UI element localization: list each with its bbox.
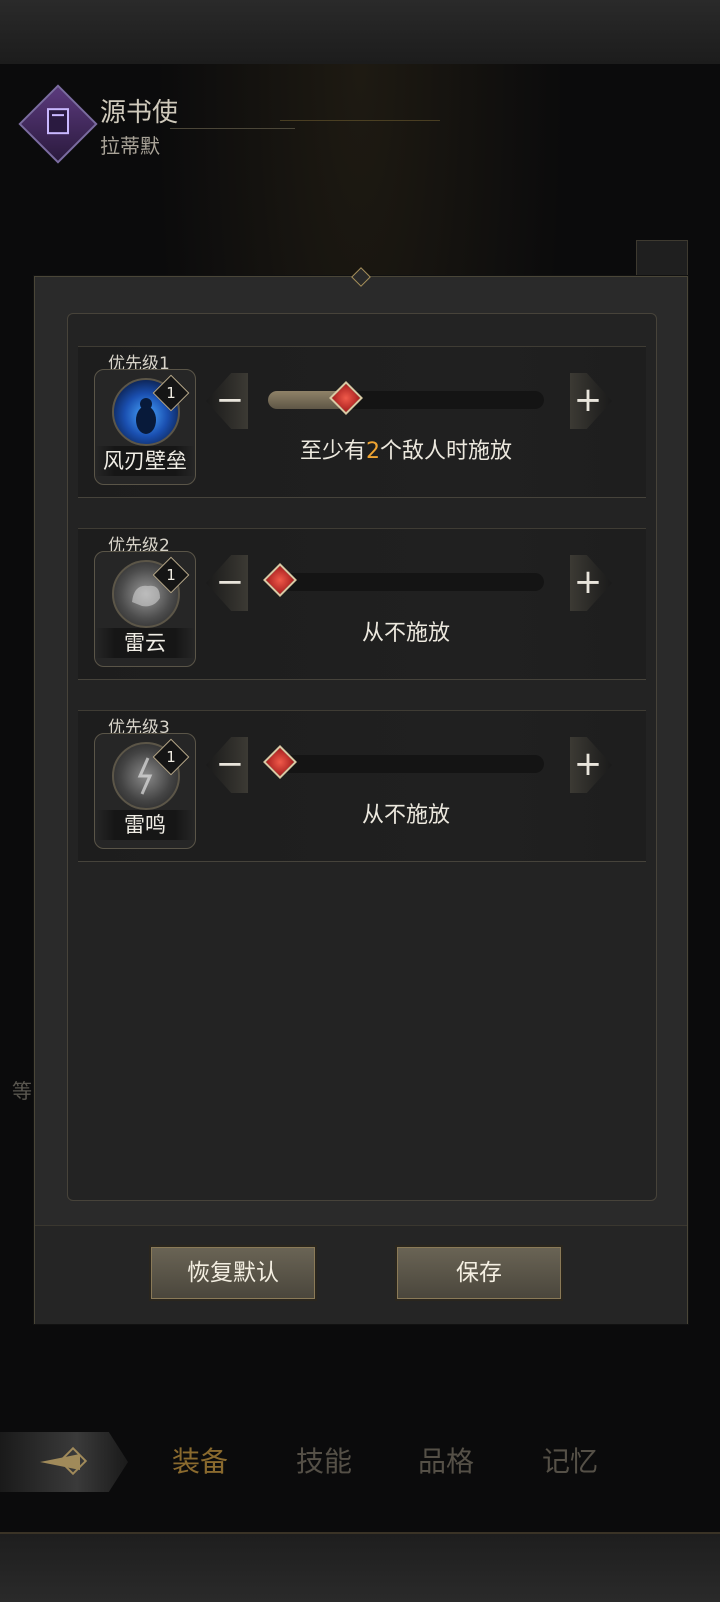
decrease-button[interactable]: − bbox=[206, 555, 248, 611]
slider-knob[interactable] bbox=[329, 381, 363, 415]
decrease-button[interactable]: − bbox=[206, 373, 248, 429]
cast-condition-text: 至少有2个敌人时施放 bbox=[299, 439, 513, 464]
tab-skills[interactable]: 技能 bbox=[296, 1440, 352, 1480]
bottom-frame bbox=[0, 1532, 720, 1602]
increase-button[interactable]: + bbox=[570, 737, 612, 793]
threshold-slider[interactable] bbox=[268, 381, 544, 415]
threshold-slider[interactable] bbox=[263, 563, 544, 597]
skill-row: 优先级2 1 雷云 − + 从不施放 bbox=[78, 528, 646, 680]
background-label: 等 bbox=[12, 1079, 32, 1103]
cast-condition-text: 从不施放 bbox=[361, 803, 450, 828]
increase-button[interactable]: + bbox=[570, 373, 612, 429]
tab-equipment[interactable]: 装备 bbox=[172, 1440, 228, 1480]
cast-condition-text: 从不施放 bbox=[361, 621, 450, 646]
top-ornament bbox=[280, 64, 440, 121]
slider-knob[interactable] bbox=[263, 745, 297, 779]
tab-memory[interactable]: 记忆 bbox=[542, 1440, 598, 1480]
tab-character[interactable]: 品格 bbox=[418, 1440, 474, 1480]
decrease-button[interactable]: − bbox=[206, 737, 248, 793]
skill-name: 雷鸣 bbox=[95, 810, 195, 840]
bottom-nav: 装备 技能 品格 记忆 bbox=[0, 1420, 720, 1500]
save-button[interactable]: 保存 bbox=[395, 1245, 563, 1301]
skill-row: 优先级3 1 雷鸣 − + 从不施放 bbox=[78, 710, 646, 862]
character-class-name: 源书使 bbox=[100, 98, 179, 128]
skill-slot[interactable]: 1 雷云 bbox=[94, 551, 196, 667]
dialog-footer bbox=[35, 1225, 687, 1324]
skill-slot[interactable]: 1 风刃壁垒 bbox=[94, 369, 196, 485]
restore-default-button[interactable]: 恢复默认 bbox=[149, 1245, 317, 1301]
skill-row: 优先级1 1 风刃壁垒 − + 至少有2个敌人时施放 bbox=[78, 346, 646, 498]
skill-list-panel: 优先级1 1 风刃壁垒 − + 至少有2个敌人时施放 优先级2 1 雷云 − +… bbox=[67, 313, 657, 1201]
slider-knob[interactable] bbox=[263, 563, 297, 597]
divider bbox=[170, 128, 295, 129]
skill-slot[interactable]: 1 雷鸣 bbox=[94, 733, 196, 849]
threshold-slider[interactable] bbox=[263, 745, 544, 779]
top-frame bbox=[0, 0, 720, 66]
character-name: 拉蒂默 bbox=[100, 134, 160, 158]
skill-name: 雷云 bbox=[95, 628, 195, 658]
increase-button[interactable]: + bbox=[570, 555, 612, 611]
skill-priority-dialog: 优先级1 1 风刃壁垒 − + 至少有2个敌人时施放 优先级2 1 雷云 − +… bbox=[34, 267, 688, 1324]
back-button[interactable] bbox=[0, 1432, 128, 1492]
skill-name: 风刃壁垒 bbox=[95, 446, 195, 476]
